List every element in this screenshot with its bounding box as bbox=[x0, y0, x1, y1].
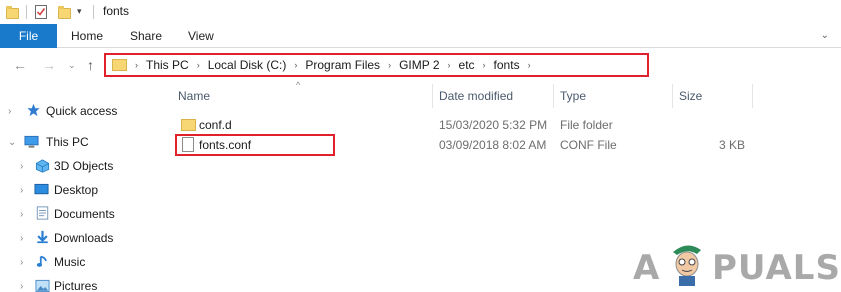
address-bar[interactable]: › This PC › Local Disk (C:) › Program Fi… bbox=[104, 53, 649, 77]
column-divider[interactable] bbox=[553, 84, 554, 108]
sidebar-item-label: Music bbox=[54, 255, 86, 269]
sidebar-item-label: Quick access bbox=[46, 104, 118, 118]
sidebar-item-downloads[interactable]: › Downloads bbox=[0, 227, 160, 249]
column-header-size[interactable]: Size bbox=[679, 82, 702, 110]
cube-icon bbox=[35, 159, 50, 173]
expand-chevron-icon[interactable]: ⌄ bbox=[8, 137, 16, 148]
music-icon bbox=[36, 255, 47, 267]
back-arrow-icon[interactable]: ← bbox=[13, 57, 27, 73]
recent-locations-chevron-icon[interactable]: ⌄ bbox=[68, 60, 76, 71]
breadcrumb-this-pc[interactable]: This PC bbox=[146, 58, 189, 72]
sidebar-item-label: Documents bbox=[54, 207, 115, 221]
sidebar-item-label: This PC bbox=[46, 135, 89, 149]
up-arrow-icon[interactable]: ↑ bbox=[87, 57, 94, 73]
column-header-name[interactable]: Name bbox=[178, 82, 210, 110]
breadcrumb-separator-icon[interactable]: › bbox=[388, 60, 391, 70]
tab-share[interactable]: Share bbox=[130, 24, 162, 48]
breadcrumb-separator-icon[interactable]: › bbox=[135, 60, 138, 70]
breadcrumb-separator-icon[interactable]: › bbox=[197, 60, 200, 70]
window-title: fonts bbox=[103, 4, 130, 18]
new-folder-icon[interactable] bbox=[58, 6, 71, 19]
tab-home[interactable]: Home bbox=[71, 24, 103, 48]
download-icon bbox=[37, 230, 48, 244]
sidebar-item-quick-access[interactable]: › Quick access bbox=[0, 100, 160, 122]
expand-ribbon-chevron-icon[interactable]: ⌄ bbox=[821, 30, 829, 41]
column-header-type[interactable]: Type bbox=[560, 82, 586, 110]
file-type: CONF File bbox=[560, 138, 617, 152]
customize-qat-chevron-icon[interactable]: ▾ bbox=[77, 6, 82, 17]
sidebar-item-music[interactable]: › Music bbox=[0, 251, 160, 273]
watermark-text-right: PUALS bbox=[712, 248, 841, 288]
sidebar-item-this-pc[interactable]: ⌄ This PC bbox=[0, 131, 160, 153]
expand-chevron-icon[interactable]: › bbox=[20, 209, 23, 220]
computer-icon bbox=[24, 135, 39, 148]
sidebar-item-3d-objects[interactable]: › 3D Objects bbox=[0, 155, 160, 177]
sidebar-item-desktop[interactable]: › Desktop bbox=[0, 179, 160, 201]
breadcrumb-separator-icon[interactable]: › bbox=[294, 60, 297, 70]
folder-icon bbox=[6, 6, 19, 19]
expand-chevron-icon[interactable]: › bbox=[20, 257, 23, 268]
breadcrumb-local-disk[interactable]: Local Disk (C:) bbox=[208, 58, 287, 72]
breadcrumb-separator-icon[interactable]: › bbox=[483, 60, 486, 70]
column-header-date-modified[interactable]: Date modified bbox=[439, 82, 513, 110]
sidebar-item-label: Downloads bbox=[54, 231, 114, 245]
column-divider[interactable] bbox=[432, 84, 433, 108]
breadcrumb-separator-icon[interactable]: › bbox=[448, 60, 451, 70]
expand-chevron-icon[interactable]: › bbox=[8, 106, 11, 117]
column-divider[interactable] bbox=[672, 84, 673, 108]
properties-icon[interactable] bbox=[35, 5, 47, 19]
navigation-pane: › Quick access ⌄ This PC › 3D Objects › … bbox=[0, 82, 160, 292]
breadcrumb-separator-icon[interactable]: › bbox=[528, 60, 531, 70]
divider bbox=[26, 5, 27, 19]
sidebar-item-documents[interactable]: › Documents bbox=[0, 203, 160, 225]
appuals-logo-icon bbox=[673, 245, 701, 286]
tab-view[interactable]: View bbox=[188, 24, 214, 48]
file-date-modified: 15/03/2020 5:32 PM bbox=[439, 118, 548, 132]
sidebar-item-label: 3D Objects bbox=[54, 159, 114, 173]
divider bbox=[93, 5, 94, 19]
desktop-icon bbox=[34, 183, 49, 195]
sidebar-item-label: Desktop bbox=[54, 183, 99, 197]
title-bar: ▾ fonts bbox=[0, 0, 841, 24]
expand-chevron-icon[interactable]: › bbox=[20, 161, 23, 172]
expand-chevron-icon[interactable]: › bbox=[20, 233, 23, 244]
breadcrumb-etc[interactable]: etc bbox=[459, 58, 475, 72]
file-date-modified: 03/09/2018 8:02 AM bbox=[439, 138, 547, 152]
breadcrumb-fonts[interactable]: fonts bbox=[494, 58, 520, 72]
expand-chevron-icon[interactable]: › bbox=[20, 185, 23, 196]
breadcrumb-program-files[interactable]: Program Files bbox=[305, 58, 380, 72]
file-name: conf.d bbox=[199, 118, 232, 132]
file-size: 3 KB bbox=[718, 138, 745, 152]
expand-chevron-icon[interactable]: › bbox=[20, 281, 23, 292]
document-icon bbox=[36, 206, 49, 220]
file-size bbox=[679, 115, 745, 135]
column-divider[interactable] bbox=[752, 84, 753, 108]
folder-icon bbox=[181, 119, 196, 131]
sort-ascending-icon: ^ bbox=[296, 80, 301, 90]
folder-icon bbox=[112, 59, 127, 71]
file-type: File folder bbox=[560, 118, 613, 132]
sidebar-item-label: Pictures bbox=[54, 279, 98, 292]
file-row[interactable]: conf.d 15/03/2020 5:32 PM File folder bbox=[175, 115, 755, 135]
breadcrumb-gimp-2[interactable]: GIMP 2 bbox=[399, 58, 439, 72]
forward-arrow-icon[interactable]: → bbox=[42, 57, 56, 73]
watermark-text-left: A bbox=[633, 248, 661, 288]
star-icon bbox=[27, 103, 40, 117]
selection-highlight bbox=[175, 134, 335, 156]
tab-file[interactable]: File bbox=[0, 24, 57, 48]
pictures-icon bbox=[35, 279, 50, 292]
ribbon-tabs: File Home Share View ⌄ bbox=[0, 24, 841, 48]
sidebar-item-pictures[interactable]: › Pictures bbox=[0, 275, 160, 292]
navigation-bar: ← → ⌄ ↑ › This PC › Local Disk (C:) › Pr… bbox=[0, 49, 841, 81]
